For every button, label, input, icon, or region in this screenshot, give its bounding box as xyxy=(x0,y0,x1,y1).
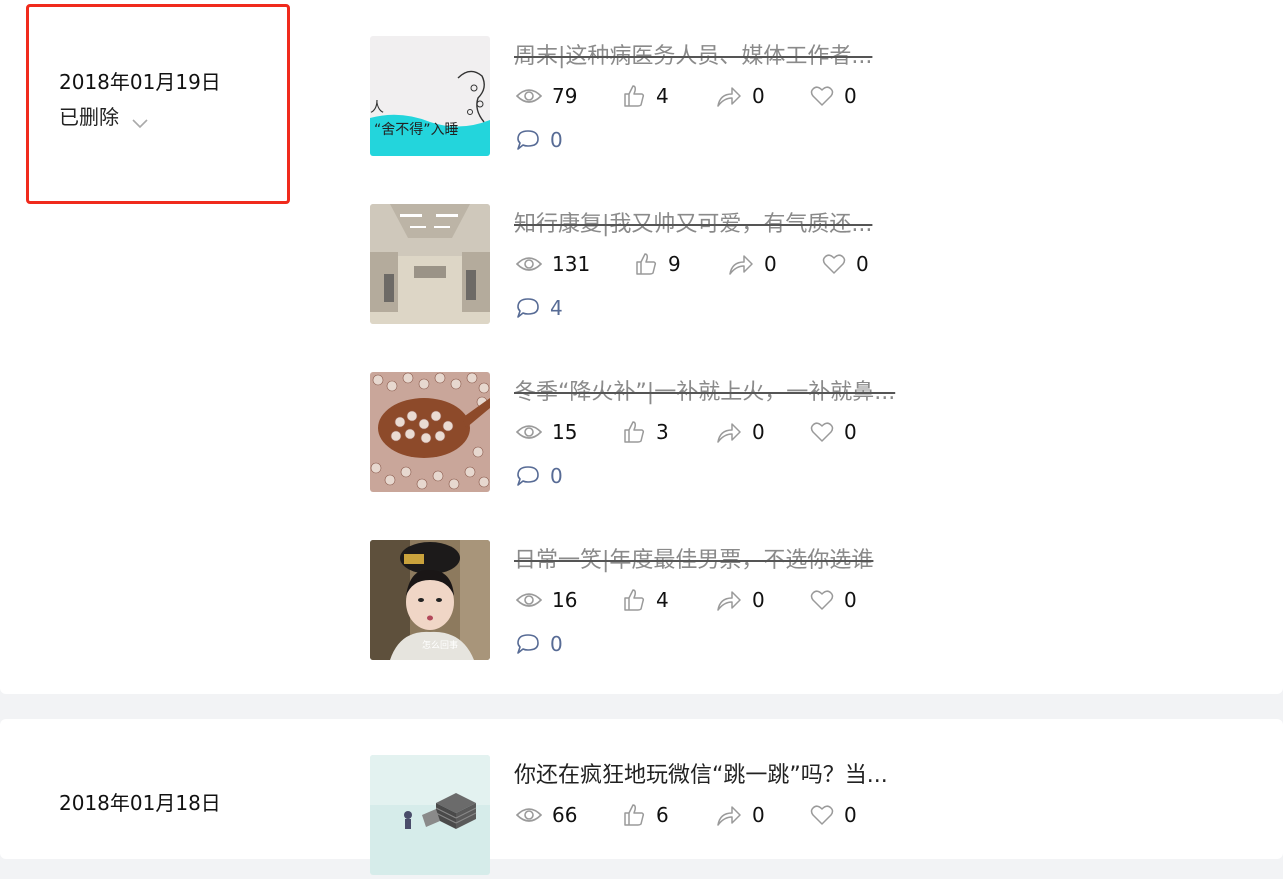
favorite-count: 0 xyxy=(810,803,857,827)
like-count: 6 xyxy=(622,803,669,827)
eye-icon xyxy=(516,805,542,825)
share-count: 0 xyxy=(728,252,777,276)
thumb-caption: 人 xyxy=(370,100,384,116)
status-dropdown[interactable]: 已删除 xyxy=(59,101,149,130)
heart-icon xyxy=(810,804,834,826)
read-count: 16 xyxy=(516,588,577,612)
group-date: 2018年01月19日 xyxy=(59,70,221,94)
like-count: 3 xyxy=(622,420,669,444)
article-thumbnail[interactable] xyxy=(370,372,490,492)
article-thumbnail[interactable] xyxy=(370,755,490,875)
thumbs-up-icon xyxy=(622,803,646,827)
share-icon xyxy=(716,421,742,443)
eye-icon xyxy=(516,590,542,610)
comment-count[interactable]: 0 xyxy=(516,464,563,488)
thumbs-up-icon xyxy=(622,420,646,444)
favorite-count: 0 xyxy=(822,252,869,276)
share-count: 0 xyxy=(716,84,765,108)
article-item[interactable]: 人 “舍不得”入睡 周末|这种病医务人员、媒体工作者... 79 4 0 0 0 xyxy=(370,36,1270,160)
article-thumbnail[interactable]: 怎么回事 xyxy=(370,540,490,660)
article-title[interactable]: 知行康复|我又帅又可爱，有气质还... xyxy=(514,206,872,238)
thumb-caption: “舍不得”入睡 xyxy=(374,121,459,138)
favorite-count: 0 xyxy=(810,84,857,108)
read-count: 131 xyxy=(516,252,590,276)
article-item[interactable]: 怎么回事 日常一笑|年度最佳男票，不选你选谁 16 4 0 0 0 xyxy=(370,540,1270,664)
share-count: 0 xyxy=(716,803,765,827)
thumbs-up-icon xyxy=(622,588,646,612)
article-title[interactable]: 周末|这种病医务人员、媒体工作者... xyxy=(514,38,872,70)
like-count: 4 xyxy=(622,84,669,108)
share-count: 0 xyxy=(716,420,765,444)
like-count: 4 xyxy=(622,588,669,612)
day-group-card: 2018年01月18日 你还在疯狂地玩微信“跳一跳”吗？当... 66 6 0 … xyxy=(0,719,1283,875)
comment-count[interactable]: 0 xyxy=(516,128,563,152)
day-group-card: 2018年01月19日 已删除 人 “舍不得”入睡 周末|这种病医务人员、媒体工… xyxy=(0,0,1283,694)
thumbs-up-icon xyxy=(634,252,658,276)
comment-count[interactable]: 4 xyxy=(516,296,563,320)
article-thumbnail[interactable]: 人 “舍不得”入睡 xyxy=(370,36,490,156)
comment-count[interactable]: 0 xyxy=(516,632,563,656)
share-count: 0 xyxy=(716,588,765,612)
article-title[interactable]: 你还在疯狂地玩微信“跳一跳”吗？当... xyxy=(514,757,888,789)
heart-icon xyxy=(822,253,846,275)
comment-icon xyxy=(516,129,540,151)
read-count: 79 xyxy=(516,84,577,108)
comment-icon xyxy=(516,465,540,487)
thumbs-up-icon xyxy=(622,84,646,108)
article-item[interactable]: 冬季“降火补”|一补就上火，一补就鼻... 15 3 0 0 0 xyxy=(370,372,1270,496)
like-count: 9 xyxy=(634,252,681,276)
heart-icon xyxy=(810,85,834,107)
article-title[interactable]: 日常一笑|年度最佳男票，不选你选谁 xyxy=(514,542,873,574)
article-thumbnail[interactable] xyxy=(370,204,490,324)
share-icon xyxy=(716,589,742,611)
comment-icon xyxy=(516,633,540,655)
article-item[interactable]: 知行康复|我又帅又可爱，有气质还... 131 9 0 0 4 xyxy=(370,204,1270,328)
eye-icon xyxy=(516,86,542,106)
read-count: 15 xyxy=(516,420,577,444)
thumb-caption: 怎么回事 xyxy=(422,639,458,651)
comment-icon xyxy=(516,297,540,319)
heart-icon xyxy=(810,421,834,443)
status-label: 已删除 xyxy=(59,105,119,129)
chevron-down-icon xyxy=(131,110,149,128)
read-count: 66 xyxy=(516,803,577,827)
article-item[interactable]: 你还在疯狂地玩微信“跳一跳”吗？当... 66 6 0 0 xyxy=(370,755,1270,879)
share-icon xyxy=(716,85,742,107)
favorite-count: 0 xyxy=(810,588,857,612)
group-date: 2018年01月18日 xyxy=(59,791,221,815)
favorite-count: 0 xyxy=(810,420,857,444)
heart-icon xyxy=(810,589,834,611)
article-title[interactable]: 冬季“降火补”|一补就上火，一补就鼻... xyxy=(514,374,895,406)
share-icon xyxy=(728,253,754,275)
eye-icon xyxy=(516,254,542,274)
eye-icon xyxy=(516,422,542,442)
share-icon xyxy=(716,804,742,826)
